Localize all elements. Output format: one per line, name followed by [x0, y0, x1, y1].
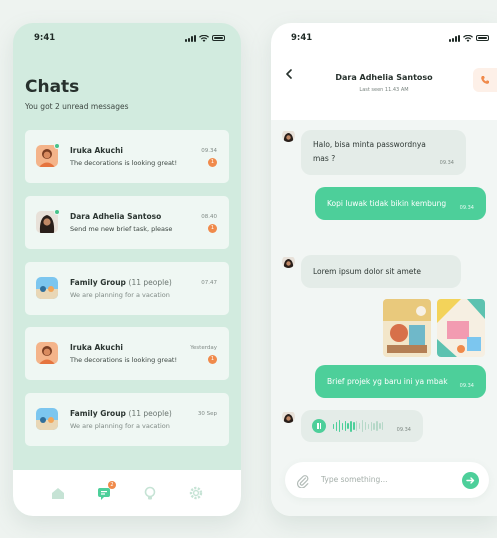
message-time: 09.34 — [439, 160, 454, 166]
signal-icon — [185, 34, 196, 42]
message-time: 09.34 — [459, 383, 474, 389]
chat-preview: We are planning for a vacation — [70, 291, 170, 299]
chat-name: Dara Adhelia Santoso — [70, 212, 162, 221]
woman-dark-avatar — [36, 209, 60, 233]
message-thread: Halo, bisa minta passwordnya mas ? 09.34 … — [271, 120, 497, 516]
message-composer — [285, 462, 489, 498]
outgoing-message: Kopi luwak tidak bikin kembung 09.34 — [315, 187, 486, 220]
chat-preview: The decorations is looking great! — [70, 356, 178, 364]
message-text: Halo, bisa minta passwordnya mas ? — [313, 140, 426, 163]
chat-icon[interactable]: 2 — [96, 481, 116, 501]
phone-icon — [481, 76, 489, 84]
group-avatar — [36, 277, 58, 299]
online-indicator — [54, 143, 60, 149]
chat-item[interactable]: Family Group (11 people) We are planning… — [25, 262, 229, 315]
contact-name: Dara Adhelia Santoso — [335, 73, 433, 82]
chat-preview: Send me new brief task, please — [70, 225, 173, 233]
woman-avatar — [36, 143, 60, 167]
chat-name: Iruka Akuchi — [70, 146, 123, 155]
contact-avatar — [282, 410, 295, 423]
conversation-screen: 9:41 Dara Adhelia Santoso Last seen 11.4… — [271, 23, 497, 516]
home-icon[interactable] — [50, 485, 66, 501]
wifi-icon — [199, 34, 209, 42]
unread-badge: 1 — [208, 355, 217, 364]
message-text: Brief projek yg baru ini ya mbak — [327, 377, 448, 386]
message-text: Kopi luwak tidak bikin kembung — [327, 199, 447, 208]
chat-name: Family Group (11 people) — [70, 409, 172, 418]
contact-avatar — [282, 129, 295, 142]
chat-time: 07.47 — [201, 280, 217, 286]
settings-icon[interactable] — [188, 485, 204, 501]
chats-screen: 9:41 Chats You got 2 unread messages Iru… — [13, 23, 241, 516]
contact-avatar — [282, 255, 295, 268]
message-time: 09.34 — [396, 427, 411, 433]
signal-icon — [449, 34, 460, 42]
incoming-message: Halo, bisa minta passwordnya mas ? 09.34 — [301, 130, 466, 175]
message-input[interactable] — [321, 475, 441, 484]
shared-photo[interactable] — [437, 299, 485, 357]
chat-time: 09.34 — [201, 148, 217, 154]
online-indicator — [54, 209, 60, 215]
chat-item[interactable]: Iruka Akuchi The decorations is looking … — [25, 327, 229, 380]
chat-item[interactable]: Family Group (11 people) We are planning… — [25, 393, 229, 446]
status-icons — [185, 34, 225, 42]
send-button[interactable] — [462, 472, 479, 489]
unread-badge: 1 — [208, 224, 217, 233]
status-time: 9:41 — [34, 33, 56, 43]
incoming-message: Lorem ipsum dolor sit amete — [301, 255, 461, 288]
arrow-right-icon — [466, 477, 475, 484]
wifi-icon — [463, 34, 473, 42]
chat-preview: We are planning for a vacation — [70, 422, 170, 430]
status-time: 9:41 — [291, 33, 313, 43]
chat-item[interactable]: Dara Adhelia Santoso Send me new brief t… — [25, 196, 229, 249]
bulb-icon[interactable] — [142, 485, 158, 501]
chat-name: Family Group (11 people) — [70, 278, 172, 287]
chat-time: 30 Sep — [197, 411, 217, 417]
unread-summary: You got 2 unread messages — [25, 102, 129, 111]
last-seen: Last seen 11.43 AM — [359, 87, 409, 93]
status-icons — [449, 34, 489, 42]
bottom-nav: 2 — [13, 470, 241, 516]
waveform — [333, 418, 384, 434]
page-title: Chats — [25, 77, 80, 97]
message-text: Lorem ipsum dolor sit amete — [313, 267, 421, 276]
unread-badge: 1 — [208, 158, 217, 167]
paperclip-icon[interactable] — [296, 473, 309, 489]
chat-time: 08.40 — [201, 214, 217, 220]
chat-item[interactable]: Iruka Akuchi The decorations is looking … — [25, 130, 229, 183]
call-button[interactable] — [473, 68, 497, 92]
outgoing-message: Brief projek yg baru ini ya mbak 09.34 — [315, 365, 486, 398]
chat-name: Iruka Akuchi — [70, 343, 123, 352]
status-bar: 9:41 — [271, 23, 497, 53]
status-bar: 9:41 — [13, 23, 241, 53]
chat-time: Yesterday — [190, 345, 217, 351]
pause-button[interactable] — [312, 419, 326, 433]
battery-icon — [476, 35, 489, 41]
battery-icon — [212, 35, 225, 41]
woman-avatar — [36, 342, 58, 364]
chat-badge: 2 — [108, 481, 116, 489]
shared-photo[interactable] — [383, 299, 431, 357]
chat-preview: The decorations is looking great! — [70, 159, 178, 167]
group-avatar — [36, 408, 58, 430]
message-time: 09.34 — [459, 205, 474, 211]
voice-message: 09.34 — [301, 410, 423, 442]
